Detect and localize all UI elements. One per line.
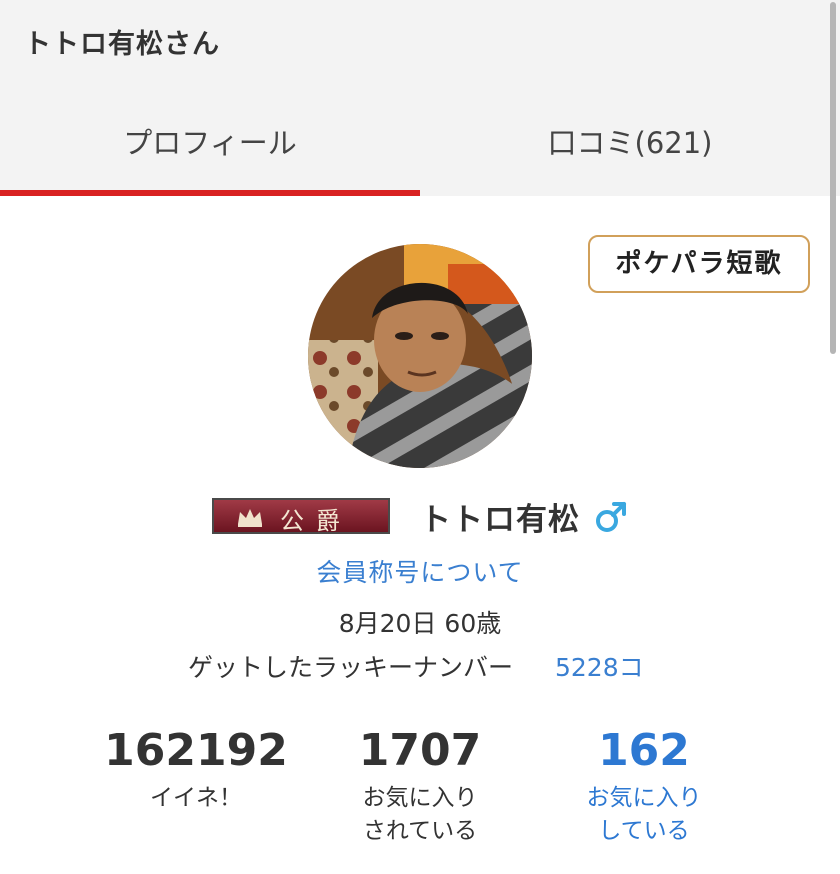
male-symbol-icon [596,502,626,532]
stat-favoriting[interactable]: 162 お気に入り している [524,724,764,848]
stat-favorited: 1707 お気に入り されている [300,724,540,848]
favorited-label-line1: お気に入り [362,785,478,811]
favoriting-count[interactable]: 162 [524,724,764,778]
favoriting-label[interactable]: お気に入り している [524,782,764,848]
tab-reviews[interactable]: 口コミ(621) [420,116,840,196]
tanka-button[interactable]: ポケパラ短歌 [588,235,810,293]
rank-badge-label: 公爵 [280,507,352,535]
rank-badge: 公爵 [212,498,390,535]
page-title: トトロ有松さん [24,29,220,60]
avatar-photo [308,244,532,468]
birthday-age: 8月20日 60歳 [338,609,502,638]
tab-profile-label: プロフィール [123,126,297,160]
favoriting-label-line1: お気に入り [586,785,702,811]
favorited-label-line2: されている [362,818,478,844]
likes-label: イイネ！ [150,785,242,811]
avatar [308,244,532,468]
lucky-number-value[interactable]: 5228コ [555,648,644,684]
crown-icon [238,509,262,527]
username: トトロ有松 [420,502,580,538]
member-title-link[interactable]: 会員称号について [0,553,840,589]
likes-count: 162192 [104,725,288,776]
tab-reviews-label: 口コミ(621) [547,126,713,160]
lucky-number-label: ゲットしたラッキーナンバー [188,653,514,682]
scrollbar[interactable] [830,2,836,354]
favorited-count: 1707 [358,725,482,776]
active-tab-indicator [0,190,420,196]
stat-likes: 162192 イイネ！ [76,724,316,815]
tab-profile[interactable]: プロフィール [0,116,420,196]
header: トトロ有松さん プロフィール 口コミ(621) [0,0,840,196]
favorited-label: お気に入り されている [300,782,540,848]
favoriting-label-line2: している [598,818,690,844]
